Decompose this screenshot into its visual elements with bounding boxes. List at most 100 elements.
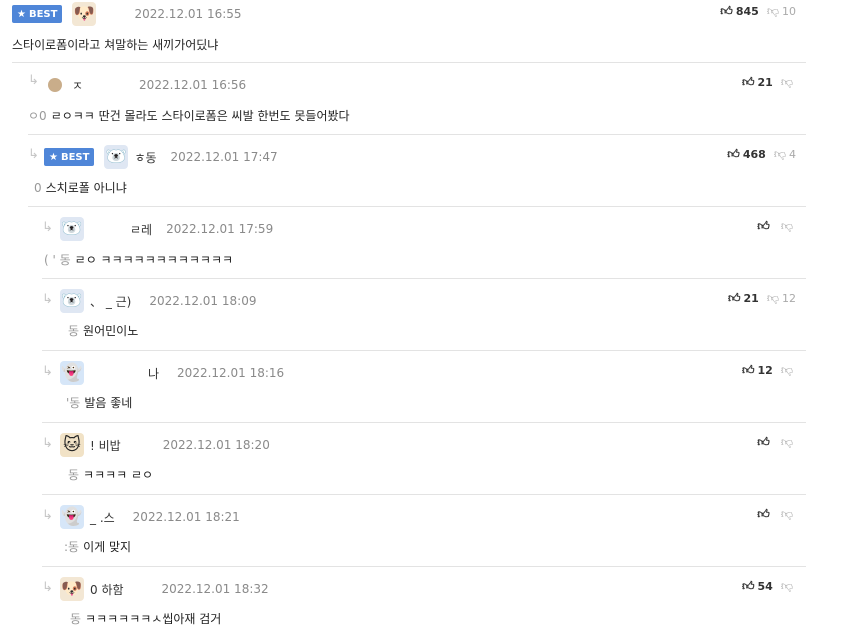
downvote-button[interactable]: 👎︎: [781, 75, 796, 90]
mention[interactable]: 0: [34, 181, 42, 195]
vote-group: 👍︎ 845 👎︎ 10: [720, 4, 796, 19]
nickname[interactable]: 나: [148, 365, 159, 382]
avatar[interactable]: 🐻‍❄️: [60, 217, 84, 241]
vote-group: 👍︎ 468 👎︎ 4: [727, 147, 796, 162]
upvote-button[interactable]: 👍︎ 468: [727, 147, 766, 162]
comment-header: 🐱 ! 비밥 2022.12.01 18:20: [60, 431, 806, 459]
thumbs-up-icon: 👍︎: [720, 4, 733, 18]
upvote-button[interactable]: 👍︎ 54: [742, 579, 773, 594]
mention[interactable]: 동: [68, 468, 79, 482]
nickname[interactable]: ! 비밥: [90, 437, 121, 454]
dog-icon: 🐶: [73, 4, 96, 24]
nickname[interactable]: 0 하함: [90, 581, 124, 598]
mention[interactable]: 동: [68, 324, 79, 338]
nickname[interactable]: ㄹ레: [130, 221, 152, 238]
reply-arrow-icon: ↳: [42, 436, 53, 451]
mention[interactable]: ( ' 동: [44, 253, 71, 267]
downvote-button[interactable]: 👎︎: [781, 507, 796, 522]
thumbs-down-icon: 👎︎: [780, 435, 793, 449]
upvote-button[interactable]: 👍︎ 21: [742, 75, 773, 90]
thumbs-down-icon: 👎︎: [780, 363, 793, 377]
nickname[interactable]: _ .스: [90, 509, 115, 526]
avatar[interactable]: 👻: [60, 505, 84, 529]
downvote-button[interactable]: 👎︎ 12: [767, 291, 796, 306]
avatar[interactable]: 🐱: [60, 433, 84, 457]
thumbs-down-icon: 👎︎: [780, 75, 793, 89]
mention[interactable]: :동: [64, 540, 79, 554]
upvote-button[interactable]: 👍︎ 845: [720, 4, 759, 19]
vote-group: 👍︎ 21 👎︎: [742, 75, 796, 90]
downvote-button[interactable]: 👎︎: [781, 435, 796, 450]
comment-body: 스타이로폼이라고 쳐말하는 새끼가어딨냐: [12, 38, 219, 52]
comment: ↳ 🐱 ! 비밥 2022.12.01 18:20 👍︎ 👎︎ 동 ㅋㅋㅋㅋ ㄹㅇ: [42, 423, 806, 495]
vote-group: 👍︎ 12 👎︎: [742, 363, 796, 378]
vote-group: 👍︎ 21 👎︎ 12: [728, 291, 796, 306]
comment-body: 동 ㅋㅋㅋㅋㅋㅋㅅ씹아재 검거: [70, 612, 222, 626]
reply-arrow-icon: ↳: [42, 220, 53, 235]
thumbs-down-icon: 👎︎: [780, 579, 793, 593]
thumbs-up-icon: 👍︎: [757, 435, 770, 449]
downvote-button[interactable]: 👎︎ 10: [767, 4, 796, 19]
comment-header: ★ BEST 🐶 2022.12.01 16:55: [12, 0, 806, 28]
reply-arrow-icon: ↳: [28, 147, 39, 162]
upvote-button[interactable]: 👍︎ 21: [728, 291, 759, 306]
comment: ↳ 👻 나 2022.12.01 18:16 👍︎ 12 👎︎ '동 발음 좋네: [42, 351, 806, 423]
avatar[interactable]: 🐻‍❄️: [60, 289, 84, 313]
thumbs-down-icon: 👎︎: [780, 219, 793, 233]
timestamp: 2022.12.01 18:16: [177, 366, 285, 380]
vote-group: 👍︎ 👎︎: [757, 507, 796, 522]
vote-group: 👍︎ 👎︎: [757, 435, 796, 450]
bear-icon: 🐻‍❄️: [61, 291, 83, 311]
timestamp: 2022.12.01 18:09: [149, 294, 257, 308]
comment: ↳ 🐶 0 하함 2022.12.01 18:32 👍︎ 54 👎︎ 동 ㅋㅋㅋㅋㅋ…: [42, 567, 806, 636]
comment-body: ㅇ0 ㄹㅇㅋㅋ 딴건 몰라도 스타이로폼은 씨발 한번도 못들어봤다: [28, 109, 350, 123]
mention[interactable]: ㅇ0: [28, 109, 47, 123]
upvote-button[interactable]: 👍︎: [757, 507, 773, 522]
ghost-icon: 👻: [61, 507, 83, 527]
avatar[interactable]: 🐻‍❄️: [104, 145, 129, 169]
mention[interactable]: '동: [66, 396, 80, 410]
mention[interactable]: 동: [70, 612, 81, 626]
upvote-button[interactable]: 👍︎: [757, 435, 773, 450]
downvote-button[interactable]: 👎︎: [781, 219, 796, 234]
downvote-button[interactable]: 👎︎: [781, 579, 796, 594]
avatar[interactable]: 👻: [60, 361, 84, 385]
timestamp: 2022.12.01 16:55: [134, 7, 242, 21]
nickname[interactable]: ㅈ: [72, 77, 83, 94]
downvote-button[interactable]: 👎︎ 4: [774, 147, 796, 162]
bear-icon: 🐻‍❄️: [61, 219, 83, 239]
comment: ↳ ㅈ 2022.12.01 16:56 👍︎ 21 👎︎ ㅇ0 ㄹㅇㅋㅋ 딴건 몰…: [28, 63, 806, 135]
comment-header: 🐻‍❄️ ㄹ레 2022.12.01 17:59: [60, 215, 806, 243]
thumbs-up-icon: 👍︎: [757, 219, 770, 233]
vote-group: 👍︎ 54 👎︎: [742, 579, 796, 594]
comment-header: 🐶 0 하함 2022.12.01 18:32: [60, 575, 806, 603]
thumbs-up-icon: 👍︎: [727, 147, 740, 161]
reply-arrow-icon: ↳: [42, 364, 53, 379]
comment-body: 동 ㅋㅋㅋㅋ ㄹㅇ: [68, 468, 154, 482]
comment-header: ㅈ 2022.12.01 16:56: [48, 71, 806, 99]
upvote-button[interactable]: 👍︎ 12: [742, 363, 773, 378]
thumbs-down-icon: 👎︎: [766, 291, 779, 305]
thumbs-down-icon: 👎︎: [766, 4, 779, 18]
best-badge: ★ BEST: [12, 5, 63, 23]
comment-body: '동 발음 좋네: [66, 396, 133, 410]
comment-body: :동 이게 맞지: [64, 540, 132, 554]
timestamp: 2022.12.01 17:59: [166, 222, 274, 236]
comment-body: 0 스치로폴 아니냐: [34, 181, 127, 195]
avatar[interactable]: [48, 78, 62, 92]
avatar[interactable]: 🐶: [72, 2, 97, 26]
comment: ↳ 🐻‍❄️ ㄹ레 2022.12.01 17:59 👍︎ 👎︎ ( ' 동 ㄹㅇ…: [42, 207, 806, 279]
comment-body: ( ' 동 ㄹㅇ ㅋㅋㅋㅋㅋㅋㅋㅋㅋㅋㅋㅋ: [44, 253, 234, 267]
thumbs-up-icon: 👍︎: [757, 507, 770, 521]
downvote-button[interactable]: 👎︎: [781, 363, 796, 378]
dog-icon: 🐶: [61, 579, 83, 599]
best-badge: ★ BEST: [44, 148, 95, 166]
nickname[interactable]: ㅎ동: [134, 149, 156, 166]
nickname[interactable]: 、 _ 근): [90, 293, 131, 310]
star-icon: ★: [49, 151, 58, 163]
upvote-button[interactable]: 👍︎: [757, 219, 773, 234]
timestamp: 2022.12.01 18:20: [162, 438, 270, 452]
comment: ↳ 👻 _ .스 2022.12.01 18:21 👍︎ 👎︎ :동 이게 맞지: [42, 495, 806, 567]
avatar[interactable]: 🐶: [60, 577, 84, 601]
comment-header: ★ BEST 🐻‍❄️ ㅎ동 2022.12.01 17:47: [44, 143, 806, 171]
